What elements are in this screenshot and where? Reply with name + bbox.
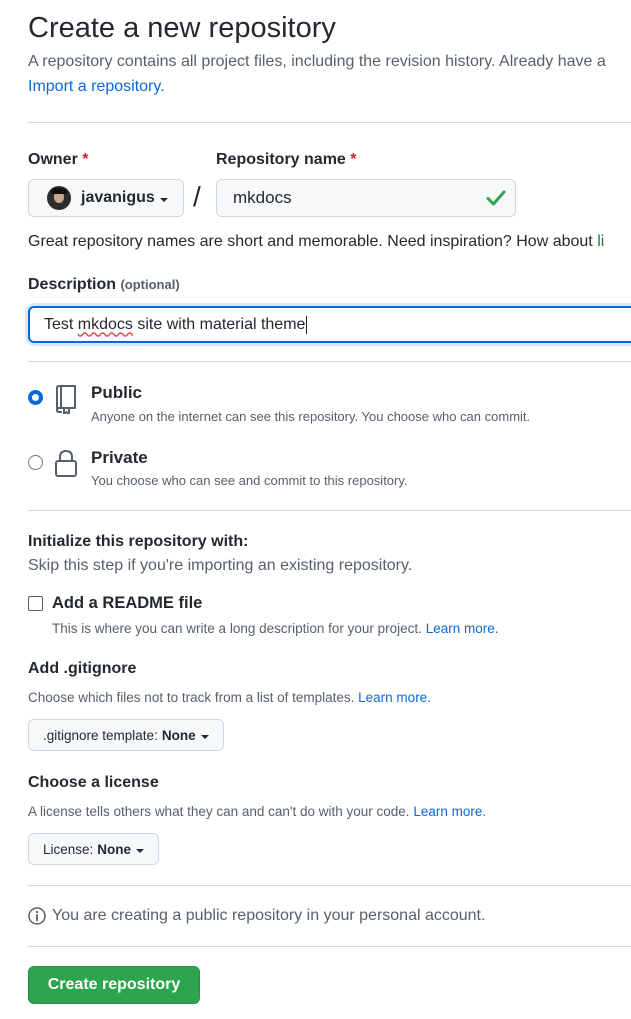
gitignore-title: Add .gitignore: [28, 660, 137, 677]
lock-icon: [55, 449, 77, 477]
public-option-desc: Anyone on the internet can see this repo…: [91, 409, 531, 424]
license-title: Choose a license: [28, 774, 159, 791]
name-hint: Great repository names are short and mem…: [28, 233, 605, 250]
chevron-down-icon: [136, 848, 145, 853]
public-option-title: Public: [91, 383, 143, 402]
initialize-title: Initialize this repository with:: [28, 533, 249, 550]
public-radio[interactable]: [28, 390, 43, 405]
private-radio[interactable]: [28, 455, 43, 470]
owner-select[interactable]: javanigus: [28, 179, 184, 217]
divider: [28, 361, 631, 362]
chevron-down-icon: [159, 197, 168, 202]
license-select[interactable]: License: None: [28, 833, 160, 865]
page-title: Create a new repository: [28, 12, 336, 44]
gitignore-template-select[interactable]: .gitignore template: None: [28, 719, 224, 751]
readme-desc: This is where you can write a long descr…: [52, 621, 499, 636]
private-option-title: Private: [91, 448, 148, 467]
readme-learn-more-link[interactable]: Learn more.: [426, 621, 499, 636]
description-input[interactable]: Test mkdocs site with material theme: [28, 306, 631, 343]
gitignore-desc: Choose which files not to track from a l…: [28, 690, 431, 705]
public-repo-notice: You are creating a public repository in …: [52, 907, 486, 924]
readme-label[interactable]: Add a README file: [52, 594, 202, 613]
license-learn-more-link[interactable]: Learn more.: [413, 804, 486, 819]
repo-icon: [56, 385, 76, 414]
create-repository-button[interactable]: Create repository: [28, 966, 200, 1004]
owner-name: javanigus: [81, 189, 155, 206]
description-label: Description (optional): [28, 276, 180, 293]
import-repository-link[interactable]: Import a repository.: [28, 78, 165, 96]
check-icon: [486, 190, 506, 206]
initialize-desc: Skip this step if you're importing an ex…: [28, 557, 413, 574]
divider: [28, 510, 631, 511]
text-cursor: [306, 315, 308, 334]
required-mark: *: [82, 151, 89, 168]
required-mark: *: [350, 151, 357, 168]
repository-name-input[interactable]: [216, 179, 516, 217]
page-subtitle: A repository contains all project files,…: [28, 53, 606, 70]
license-desc: A license tells others what they can and…: [28, 804, 487, 819]
repo-name-label: Repository name *: [216, 151, 357, 168]
divider: [28, 885, 631, 886]
divider: [28, 946, 631, 947]
owner-label: Owner *: [28, 151, 89, 168]
chevron-down-icon: [200, 734, 209, 739]
avatar: [47, 186, 71, 210]
gitignore-learn-more-link[interactable]: Learn more.: [358, 690, 431, 705]
divider: [28, 122, 631, 123]
info-icon: [28, 907, 46, 925]
optional-tag: (optional): [120, 277, 180, 292]
private-option-desc: You choose who can see and commit to thi…: [91, 473, 408, 488]
readme-checkbox[interactable]: [28, 596, 43, 611]
owner-repo-separator: /: [193, 181, 201, 212]
name-suggestion-link[interactable]: li: [597, 233, 604, 250]
